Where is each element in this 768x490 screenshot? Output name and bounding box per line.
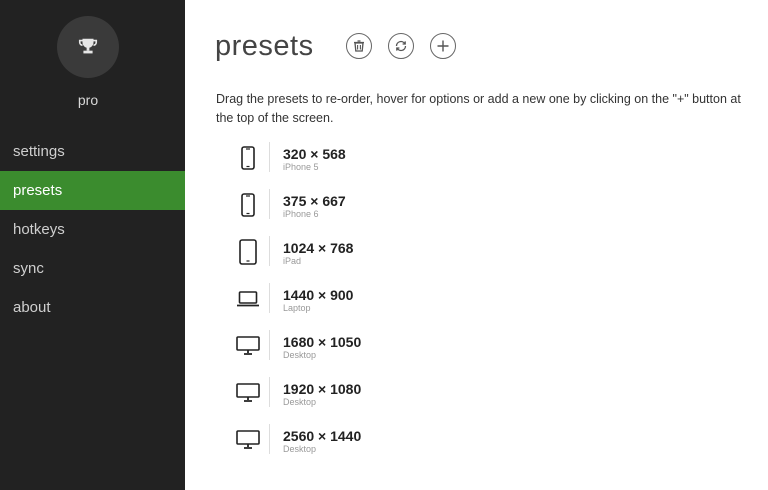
trash-icon <box>353 40 364 52</box>
reset-presets-button[interactable] <box>387 33 414 59</box>
laptop-icon <box>236 291 259 307</box>
sidebar-nav: settings presets hotkeys sync about <box>0 132 185 327</box>
main-content: presets Drag the presets to re-order, ho… <box>185 0 768 490</box>
delete-preset-button[interactable] <box>345 33 372 59</box>
preset-item[interactable]: 1024 × 768 iPad <box>235 236 361 283</box>
refresh-icon <box>395 40 406 52</box>
preset-divider <box>269 189 270 219</box>
preset-device-name: Desktop <box>283 350 317 360</box>
sidebar-item-settings[interactable]: settings <box>0 132 185 171</box>
preset-item[interactable]: 1440 × 900 Laptop <box>235 283 361 330</box>
preset-item[interactable]: 2560 × 1440 Desktop <box>235 424 361 471</box>
preset-size: 375 × 667 <box>283 193 346 209</box>
preset-divider <box>269 236 270 266</box>
preset-size: 1680 × 1050 <box>283 334 362 350</box>
sidebar-item-about[interactable]: about <box>0 288 185 327</box>
avatar[interactable] <box>57 16 119 78</box>
title-actions <box>345 33 472 59</box>
preset-divider <box>269 283 270 313</box>
preset-size: 320 × 568 <box>283 146 346 162</box>
preset-device-name: Desktop <box>283 444 317 454</box>
add-icon <box>437 40 449 52</box>
desktop-icon <box>235 383 260 402</box>
preset-divider <box>269 142 270 172</box>
phone-icon <box>240 193 255 217</box>
preset-divider <box>269 330 270 360</box>
preset-item[interactable]: 320 × 568 iPhone 5 <box>235 142 361 189</box>
preset-divider <box>269 424 270 454</box>
preset-size: 1440 × 900 <box>283 287 354 303</box>
preset-item[interactable]: 1920 × 1080 Desktop <box>235 377 361 424</box>
sidebar: pro settings presets hotkeys sync about <box>0 0 185 490</box>
preset-item[interactable]: 1680 × 1050 Desktop <box>235 330 361 377</box>
sidebar-item-sync[interactable]: sync <box>0 249 185 288</box>
preset-device-name: iPhone 5 <box>283 162 319 172</box>
preset-device-name: Laptop <box>283 303 311 313</box>
preset-size: 2560 × 1440 <box>283 428 362 444</box>
sidebar-item-hotkeys[interactable]: hotkeys <box>0 210 185 249</box>
preset-device-name: iPhone 6 <box>283 209 319 219</box>
preset-divider <box>269 377 270 407</box>
preset-list: 320 × 568 iPhone 5 375 × 667 iPhone 6 1024… <box>235 142 361 471</box>
preset-size: 1920 × 1080 <box>283 381 362 397</box>
phone-icon <box>240 146 255 170</box>
sidebar-item-presets[interactable]: presets <box>0 171 185 210</box>
desktop-icon <box>235 430 260 449</box>
tablet-icon <box>238 239 257 265</box>
desktop-icon <box>235 336 260 355</box>
title-row: presets <box>215 26 472 66</box>
preset-device-name: Desktop <box>283 397 317 407</box>
preset-item[interactable]: 375 × 667 iPhone 6 <box>235 189 361 236</box>
instructions-text: Drag the presets to re-order, hover for … <box>216 92 741 125</box>
preset-device-name: iPad <box>283 256 302 266</box>
page-title: presets <box>215 30 314 62</box>
preset-size: 1024 × 768 <box>283 240 354 256</box>
plan-label: pro <box>77 92 99 108</box>
trophy-icon <box>78 38 98 54</box>
add-preset-button[interactable] <box>429 33 456 59</box>
